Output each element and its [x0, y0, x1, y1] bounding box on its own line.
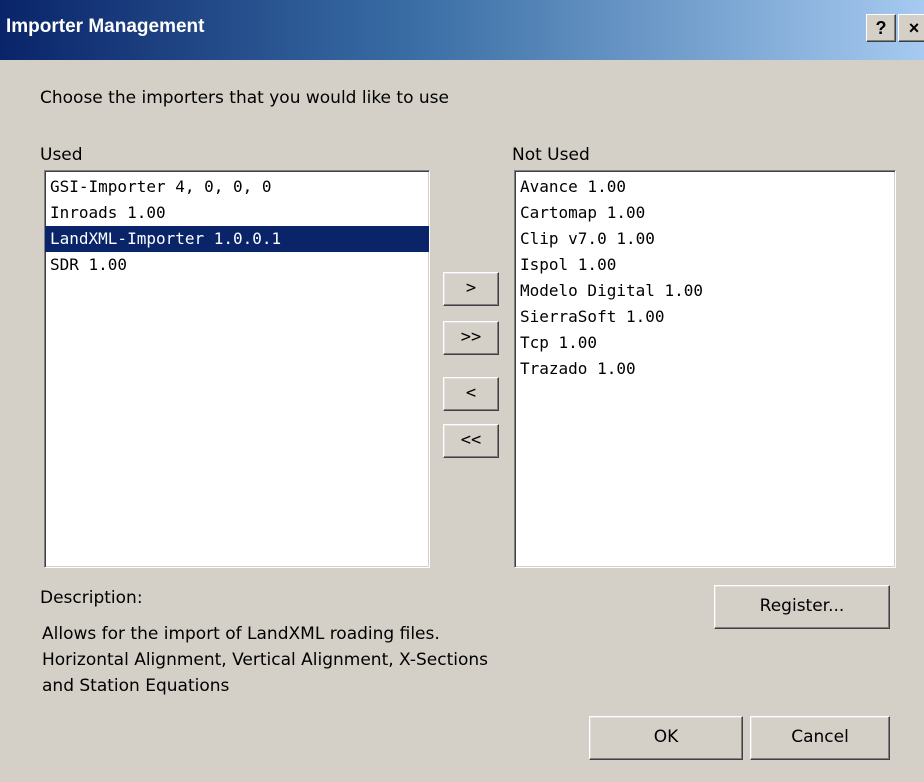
help-icon: ?: [875, 18, 887, 38]
list-item-selected[interactable]: LandXML-Importer 1.0.0.1: [45, 226, 429, 252]
description-line: Horizontal Alignment, Vertical Alignment…: [42, 650, 489, 670]
add-all-button[interactable]: >>: [443, 321, 499, 355]
list-item[interactable]: Avance 1.00: [515, 174, 895, 200]
list-item[interactable]: Trazado 1.00: [515, 356, 895, 382]
list-item[interactable]: Modelo Digital 1.00: [515, 278, 895, 304]
list-item[interactable]: Inroads 1.00: [45, 200, 429, 226]
list-item[interactable]: SDR 1.00: [45, 252, 429, 278]
list-item[interactable]: Ispol 1.00: [515, 252, 895, 278]
add-button[interactable]: >: [443, 272, 499, 306]
register-button[interactable]: Register...: [714, 585, 890, 629]
list-item[interactable]: Tcp 1.00: [515, 330, 895, 356]
not-used-list[interactable]: Avance 1.00 Cartomap 1.00 Clip v7.0 1.00…: [514, 170, 896, 568]
close-button[interactable]: ×: [898, 14, 924, 42]
list-item[interactable]: Clip v7.0 1.00: [515, 226, 895, 252]
title-bar[interactable]: Importer Management ? ×: [0, 0, 924, 60]
remove-all-button[interactable]: <<: [443, 424, 499, 458]
instructions-text: Choose the importers that you would like…: [40, 88, 449, 108]
not-used-list-label: Not Used: [512, 145, 590, 165]
used-list[interactable]: GSI-Importer 4, 0, 0, 0 Inroads 1.00 Lan…: [44, 170, 430, 568]
description-line: and Station Equations: [42, 676, 230, 696]
used-list-label: Used: [40, 145, 83, 165]
close-icon: ×: [908, 18, 920, 38]
help-button[interactable]: ?: [866, 14, 896, 42]
description-line: Allows for the import of LandXML roading…: [42, 624, 440, 644]
description-label: Description:: [40, 588, 143, 608]
list-item[interactable]: SierraSoft 1.00: [515, 304, 895, 330]
ok-button[interactable]: OK: [589, 716, 743, 760]
window-title: Importer Management: [6, 16, 205, 37]
cancel-button[interactable]: Cancel: [750, 716, 890, 760]
remove-button[interactable]: <: [443, 377, 499, 411]
list-item[interactable]: GSI-Importer 4, 0, 0, 0: [45, 174, 429, 200]
list-item[interactable]: Cartomap 1.00: [515, 200, 895, 226]
